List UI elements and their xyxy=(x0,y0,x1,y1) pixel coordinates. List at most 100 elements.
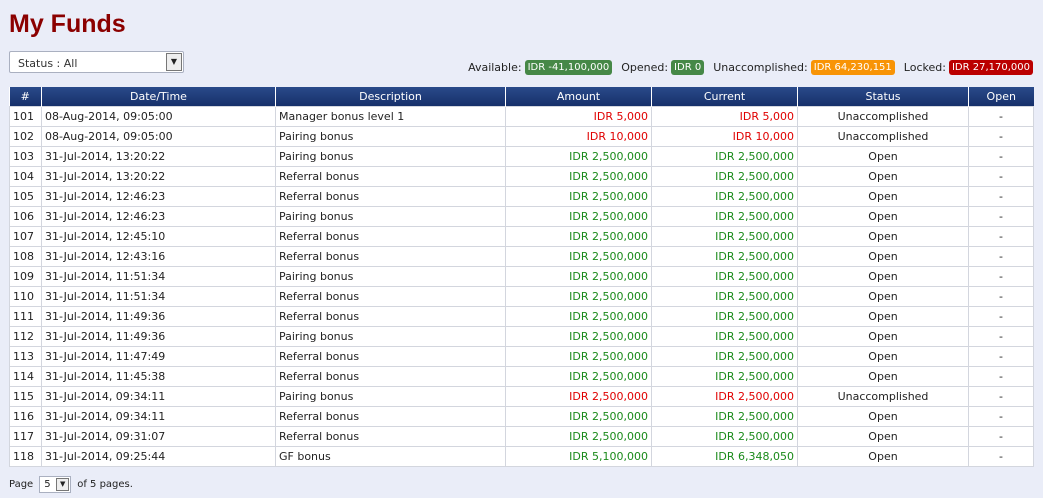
row-open: - xyxy=(968,166,1034,187)
row-number: 113 xyxy=(9,346,42,367)
row-current: IDR 2,500,000 xyxy=(651,426,798,447)
row-status: Open xyxy=(797,206,969,227)
row-description: Referral bonus xyxy=(275,166,506,187)
row-current: IDR 2,500,000 xyxy=(651,186,798,207)
column-header-status[interactable]: Status xyxy=(797,87,969,107)
table-row[interactable]: 115 31-Jul-2014, 09:34:11 Pairing bonus IDR… xyxy=(9,386,1034,407)
table-row[interactable]: 105 31-Jul-2014, 12:46:23 Referral bonus ID… xyxy=(9,186,1034,207)
row-status: Open xyxy=(797,246,969,267)
row-datetime: 08-Aug-2014, 09:05:00 xyxy=(41,126,276,147)
row-status: Open xyxy=(797,406,969,427)
table-row[interactable]: 113 31-Jul-2014, 11:47:49 Referral bonus ID… xyxy=(9,346,1034,367)
row-open: - xyxy=(968,266,1034,287)
table-row[interactable]: 110 31-Jul-2014, 11:51:34 Referral bonus ID… xyxy=(9,286,1034,307)
row-description: Referral bonus xyxy=(275,406,506,427)
table-row[interactable]: 101 08-Aug-2014, 09:05:00 Manager bonus le… xyxy=(9,106,1034,127)
row-current: IDR 6,348,050 xyxy=(651,446,798,467)
table-row[interactable]: 108 31-Jul-2014, 12:43:16 Referral bonus ID… xyxy=(9,246,1034,267)
row-amount: IDR 2,500,000 xyxy=(505,346,652,367)
column-header-datetime[interactable]: Date/Time xyxy=(41,87,276,107)
row-open: - xyxy=(968,406,1034,427)
table-row[interactable]: 118 31-Jul-2014, 09:25:44 GF bonus IDR 5,10… xyxy=(9,446,1034,467)
table-row[interactable]: 112 31-Jul-2014, 11:49:36 Pairing bonus IDR… xyxy=(9,326,1034,347)
table-row[interactable]: 106 31-Jul-2014, 12:46:23 Pairing bonus IDR… xyxy=(9,206,1034,227)
row-amount: IDR 2,500,000 xyxy=(505,146,652,167)
row-datetime: 31-Jul-2014, 09:25:44 xyxy=(41,446,276,467)
chevron-down-icon[interactable]: ▼ xyxy=(56,478,70,491)
funds-table: # Date/Time Description Amount Current S… xyxy=(9,87,1034,467)
row-datetime: 31-Jul-2014, 09:31:07 xyxy=(41,426,276,447)
locked-badge: IDR 27,170,000 xyxy=(948,60,1033,75)
row-amount: IDR 2,500,000 xyxy=(505,426,652,447)
row-datetime: 31-Jul-2014, 09:34:11 xyxy=(41,386,276,407)
row-datetime: 31-Jul-2014, 11:47:49 xyxy=(41,346,276,367)
row-amount: IDR 2,500,000 xyxy=(505,406,652,427)
row-status: Unaccomplished xyxy=(797,386,969,407)
table-row[interactable]: 104 31-Jul-2014, 13:20:22 Referral bonus ID… xyxy=(9,166,1034,187)
table-row[interactable]: 109 31-Jul-2014, 11:51:34 Pairing bonus IDR… xyxy=(9,266,1034,287)
row-datetime: 31-Jul-2014, 11:51:34 xyxy=(41,286,276,307)
row-number: 112 xyxy=(9,326,42,347)
row-current: IDR 2,500,000 xyxy=(651,306,798,327)
row-description: Referral bonus xyxy=(275,226,506,247)
table-row[interactable]: 114 31-Jul-2014, 11:45:38 Referral bonus ID… xyxy=(9,366,1034,387)
row-number: 111 xyxy=(9,306,42,327)
table-row[interactable]: 116 31-Jul-2014, 09:34:11 Referral bonus ID… xyxy=(9,406,1034,427)
pagination: Page 5 ▼ of 5 pages. xyxy=(9,476,133,493)
table-row[interactable]: 103 31-Jul-2014, 13:20:22 Pairing bonus IDR… xyxy=(9,146,1034,167)
row-datetime: 31-Jul-2014, 11:51:34 xyxy=(41,266,276,287)
row-number: 105 xyxy=(9,186,42,207)
table-row[interactable]: 111 31-Jul-2014, 11:49:36 Referral bonus ID… xyxy=(9,306,1034,327)
table-row[interactable]: 102 08-Aug-2014, 09:05:00 Pairing bonus IDR… xyxy=(9,126,1034,147)
row-number: 103 xyxy=(9,146,42,167)
row-datetime: 31-Jul-2014, 12:46:23 xyxy=(41,206,276,227)
row-current: IDR 2,500,000 xyxy=(651,266,798,287)
row-number: 101 xyxy=(9,106,42,127)
row-amount: IDR 2,500,000 xyxy=(505,206,652,227)
row-open: - xyxy=(968,346,1034,367)
row-open: - xyxy=(968,226,1034,247)
table-row[interactable]: 107 31-Jul-2014, 12:45:10 Referral bonus ID… xyxy=(9,226,1034,247)
row-status: Open xyxy=(797,446,969,467)
row-status: Open xyxy=(797,146,969,167)
column-header-amount[interactable]: Amount xyxy=(505,87,652,107)
row-status: Unaccomplished xyxy=(797,106,969,127)
row-open: - xyxy=(968,146,1034,167)
column-header-current[interactable]: Current xyxy=(651,87,798,107)
row-open: - xyxy=(968,186,1034,207)
locked-label: Locked: xyxy=(903,61,946,74)
row-status: Open xyxy=(797,306,969,327)
page-select[interactable]: 5 ▼ xyxy=(39,476,72,493)
row-current: IDR 2,500,000 xyxy=(651,346,798,367)
column-header-number[interactable]: # xyxy=(9,87,42,107)
row-description: Pairing bonus xyxy=(275,386,506,407)
row-number: 118 xyxy=(9,446,42,467)
row-datetime: 08-Aug-2014, 09:05:00 xyxy=(41,106,276,127)
status-filter-select[interactable]: Status : All ▼ xyxy=(9,51,184,73)
row-number: 108 xyxy=(9,246,42,267)
column-header-description[interactable]: Description xyxy=(275,87,506,107)
row-amount: IDR 2,500,000 xyxy=(505,306,652,327)
row-status: Open xyxy=(797,326,969,347)
row-amount: IDR 10,000 xyxy=(505,126,652,147)
pager-prefix: Page xyxy=(9,479,34,490)
row-datetime: 31-Jul-2014, 11:45:38 xyxy=(41,366,276,387)
funds-summary: Available: IDR -41,100,000 Opened: IDR 0… xyxy=(468,60,1033,75)
row-number: 102 xyxy=(9,126,42,147)
table-row[interactable]: 117 31-Jul-2014, 09:31:07 Referral bonus ID… xyxy=(9,426,1034,447)
unaccomplished-label: Unaccomplished: xyxy=(713,61,808,74)
chevron-down-icon[interactable]: ▼ xyxy=(166,53,182,71)
row-current: IDR 10,000 xyxy=(651,126,798,147)
row-datetime: 31-Jul-2014, 13:20:22 xyxy=(41,166,276,187)
column-header-open[interactable]: Open xyxy=(968,87,1034,107)
row-description: Pairing bonus xyxy=(275,146,506,167)
row-status: Open xyxy=(797,346,969,367)
unaccomplished-badge: IDR 64,230,151 xyxy=(810,60,895,75)
row-datetime: 31-Jul-2014, 12:46:23 xyxy=(41,186,276,207)
row-number: 106 xyxy=(9,206,42,227)
row-status: Open xyxy=(797,266,969,287)
row-amount: IDR 2,500,000 xyxy=(505,186,652,207)
row-description: Referral bonus xyxy=(275,426,506,447)
row-description: Referral bonus xyxy=(275,186,506,207)
opened-label: Opened: xyxy=(621,61,669,74)
